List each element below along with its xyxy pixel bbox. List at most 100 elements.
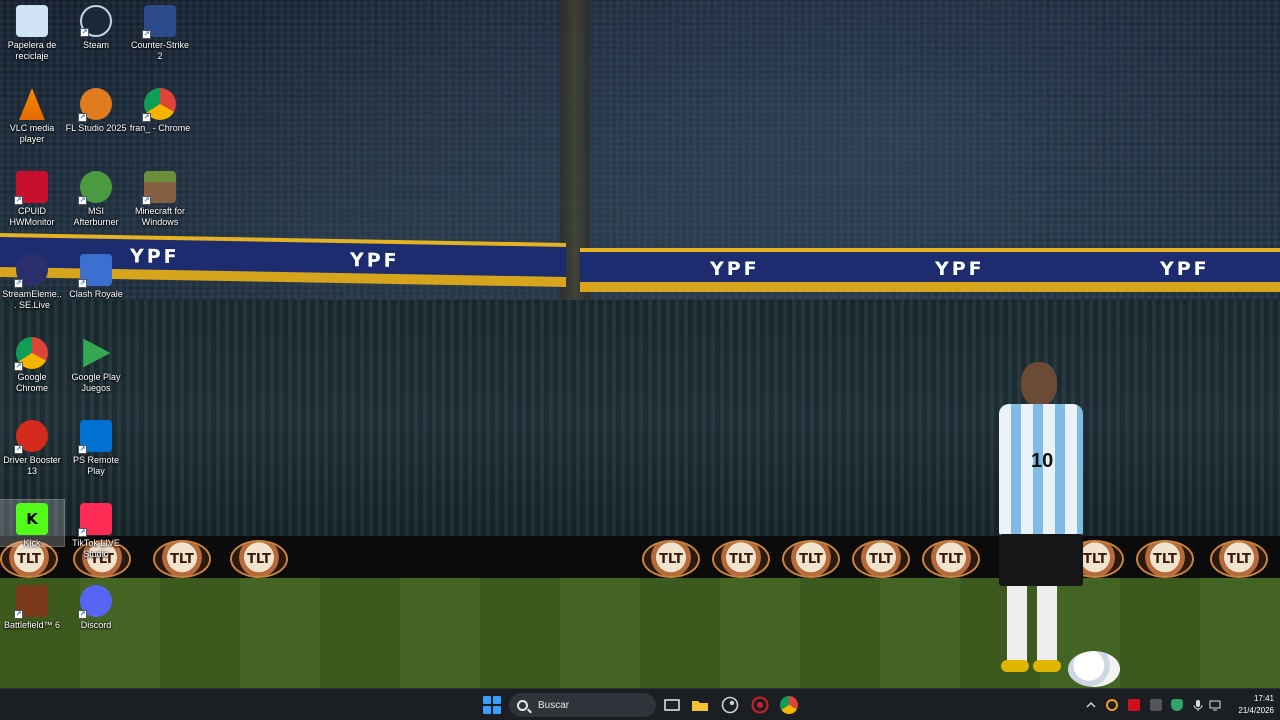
chrome-profile-icon: ↗ [142,88,176,122]
desktop-icon-clash-royale[interactable]: ↗ Clash Royale [64,251,128,300]
task-view-button[interactable] [662,695,682,715]
hoarding-logo: TLT [782,540,840,578]
hoarding-logo: TLT [712,540,770,578]
hwmonitor-icon: ↗ [14,171,48,205]
taskbar-steam[interactable] [720,695,740,715]
player-boot [1033,660,1061,672]
steam-icon: ↗ [80,5,112,37]
chrome-taskbar-icon [780,696,798,714]
desktop-icon-label: VLC media player [9,123,55,144]
hoarding-logo: TLT [230,540,288,578]
banner-text: YPF [935,258,985,280]
show-hidden-icons-chevron[interactable] [1085,699,1097,711]
counter-strike-icon: ↗ [142,5,176,39]
desktop-icon-vlc[interactable]: VLC media player [0,85,64,145]
player-leg [1037,586,1057,666]
clash-royale-icon: ↗ [78,254,112,288]
desktop-icon-label: CPUID HWMonitor [9,206,55,227]
taskbar-file-explorer[interactable] [690,695,710,715]
windows-logo-icon [483,696,491,704]
chrome-icon: ↗ [14,337,48,371]
start-button[interactable] [483,696,501,714]
desktop-icon-label: Papelera de reciclaje [7,40,57,61]
desktop-icon-label: Counter-Strike 2 [130,40,190,61]
desktop-icon-label: Minecraft for Windows [134,206,185,227]
tiktok-live-studio-icon: ↗ [78,503,112,537]
ypf-banner-right: YPF YPF YPF [580,248,1280,292]
banner-text: YPF [350,249,400,273]
desktop-icon-ps-remote-play[interactable]: ↗ PS Remote Play [64,417,128,477]
desktop-icon-label: FL Studio 2025 [65,123,127,133]
driver-booster-icon: ↗ [14,420,48,454]
hoarding-logo: TLT [642,540,700,578]
app-tray-icon-red[interactable] [1128,699,1140,711]
hoarding-logo: TLT [852,540,910,578]
taskbar-recording-app[interactable] [750,695,770,715]
search-icon [517,699,528,711]
ps-remote-play-icon: ↗ [78,420,112,454]
desktop-icon-battlefield-6[interactable]: ↗ Battlefield™ 6 [0,582,64,631]
desktop-icon-label: Google Play Juegos [71,372,121,393]
desktop-icon-label: Driver Booster 13 [3,455,61,476]
desktop-icon-label: Discord [80,620,112,630]
desktop-icon-chrome-profile[interactable]: ↗ fran_ - Chrome [128,85,192,134]
desktop-icon-label: TikTok LIVE Studio [72,538,120,559]
football-ball [1068,651,1120,687]
desktop-icon-label: Clash Royale [69,289,123,299]
desktop-icon-label: fran_ - Chrome [129,123,191,133]
jersey-number: 10 [1031,450,1054,472]
player-head [1021,362,1057,406]
taskbar-chrome[interactable] [779,695,799,715]
task-view-icon [664,699,680,711]
minecraft-icon: ↗ [142,171,176,205]
steam-taskbar-icon [721,696,739,714]
clock-date: 21/4/2026 [1238,706,1274,715]
kick-icon: K [16,503,48,535]
desktop-icon-google-chrome[interactable]: ↗ Google Chrome [0,334,64,394]
desktop-icon-tiktok-live-studio[interactable]: ↗ TikTok LIVE Studio [64,500,128,560]
desktop-icon-label: MSI Afterburner [73,206,119,227]
desktop-icon-hwmonitor[interactable]: ↗ CPUID HWMonitor [0,168,64,228]
taskbar-search-box[interactable]: Buscar [509,693,656,717]
desktop-icon-minecraft[interactable]: ↗ Minecraft for Windows [128,168,192,228]
desktop-icon-streamelements[interactable]: ↗ StreamEleme... SE.Live [0,251,64,311]
hoarding-logo: TLT [153,540,211,578]
footballer-figure: 10 [985,362,1110,677]
desktop-icon-google-play-games[interactable]: Google Play Juegos [64,334,128,394]
desktop-icon-label: StreamEleme... SE.Live [2,289,62,310]
desktop-icon-kick[interactable]: K Kick [0,499,65,548]
desktop-icon-discord[interactable]: ↗ Discord [64,582,128,631]
sync-tray-icon[interactable] [1106,699,1118,711]
desktop-icon-steam[interactable]: ↗ Steam [64,2,128,51]
hoarding-logo: TLT [1136,540,1194,578]
desktop-icon-label: Kick [23,538,41,548]
desktop-icon-label: PS Remote Play [72,455,120,476]
banner-text: YPF [710,258,760,280]
taskbar-clock[interactable]: 17:41 21/4/2026 [1226,693,1274,717]
hoarding-logo: TLT [1210,540,1268,578]
desktop-icon-counter-strike-2[interactable]: ↗ Counter-Strike 2 [128,2,192,62]
battlefield-icon: ↗ [14,585,48,619]
discord-icon: ↗ [78,585,112,619]
vlc-icon [19,88,45,120]
player-leg [1007,586,1027,666]
file-explorer-icon [692,701,708,711]
banner-text: YPF [130,245,180,269]
desktop-icon-driver-booster[interactable]: ↗ Driver Booster 13 [0,417,64,477]
player-shorts [999,534,1083,586]
network-tray-icon[interactable] [1209,699,1221,711]
recording-app-icon [751,696,769,714]
msi-afterburner-icon: ↗ [78,171,112,205]
app-tray-icon-dark[interactable] [1150,699,1162,711]
microphone-tray-icon[interactable] [1192,699,1204,711]
desktop-icon-label: Steam [82,40,109,50]
desktop-icon-label: Google Chrome [15,372,48,393]
google-play-games-icon [83,338,111,368]
desktop-icon-fl-studio[interactable]: ↗ FL Studio 2025 [64,85,128,134]
desktop-icon-recycle-bin[interactable]: Papelera de reciclaje [0,2,64,62]
security-tray-icon[interactable] [1171,699,1183,711]
hoarding-logo: TLT [922,540,980,578]
recycle-bin-icon [16,5,48,37]
search-placeholder: Buscar [538,699,570,711]
desktop-icon-msi-afterburner[interactable]: ↗ MSI Afterburner [64,168,128,228]
